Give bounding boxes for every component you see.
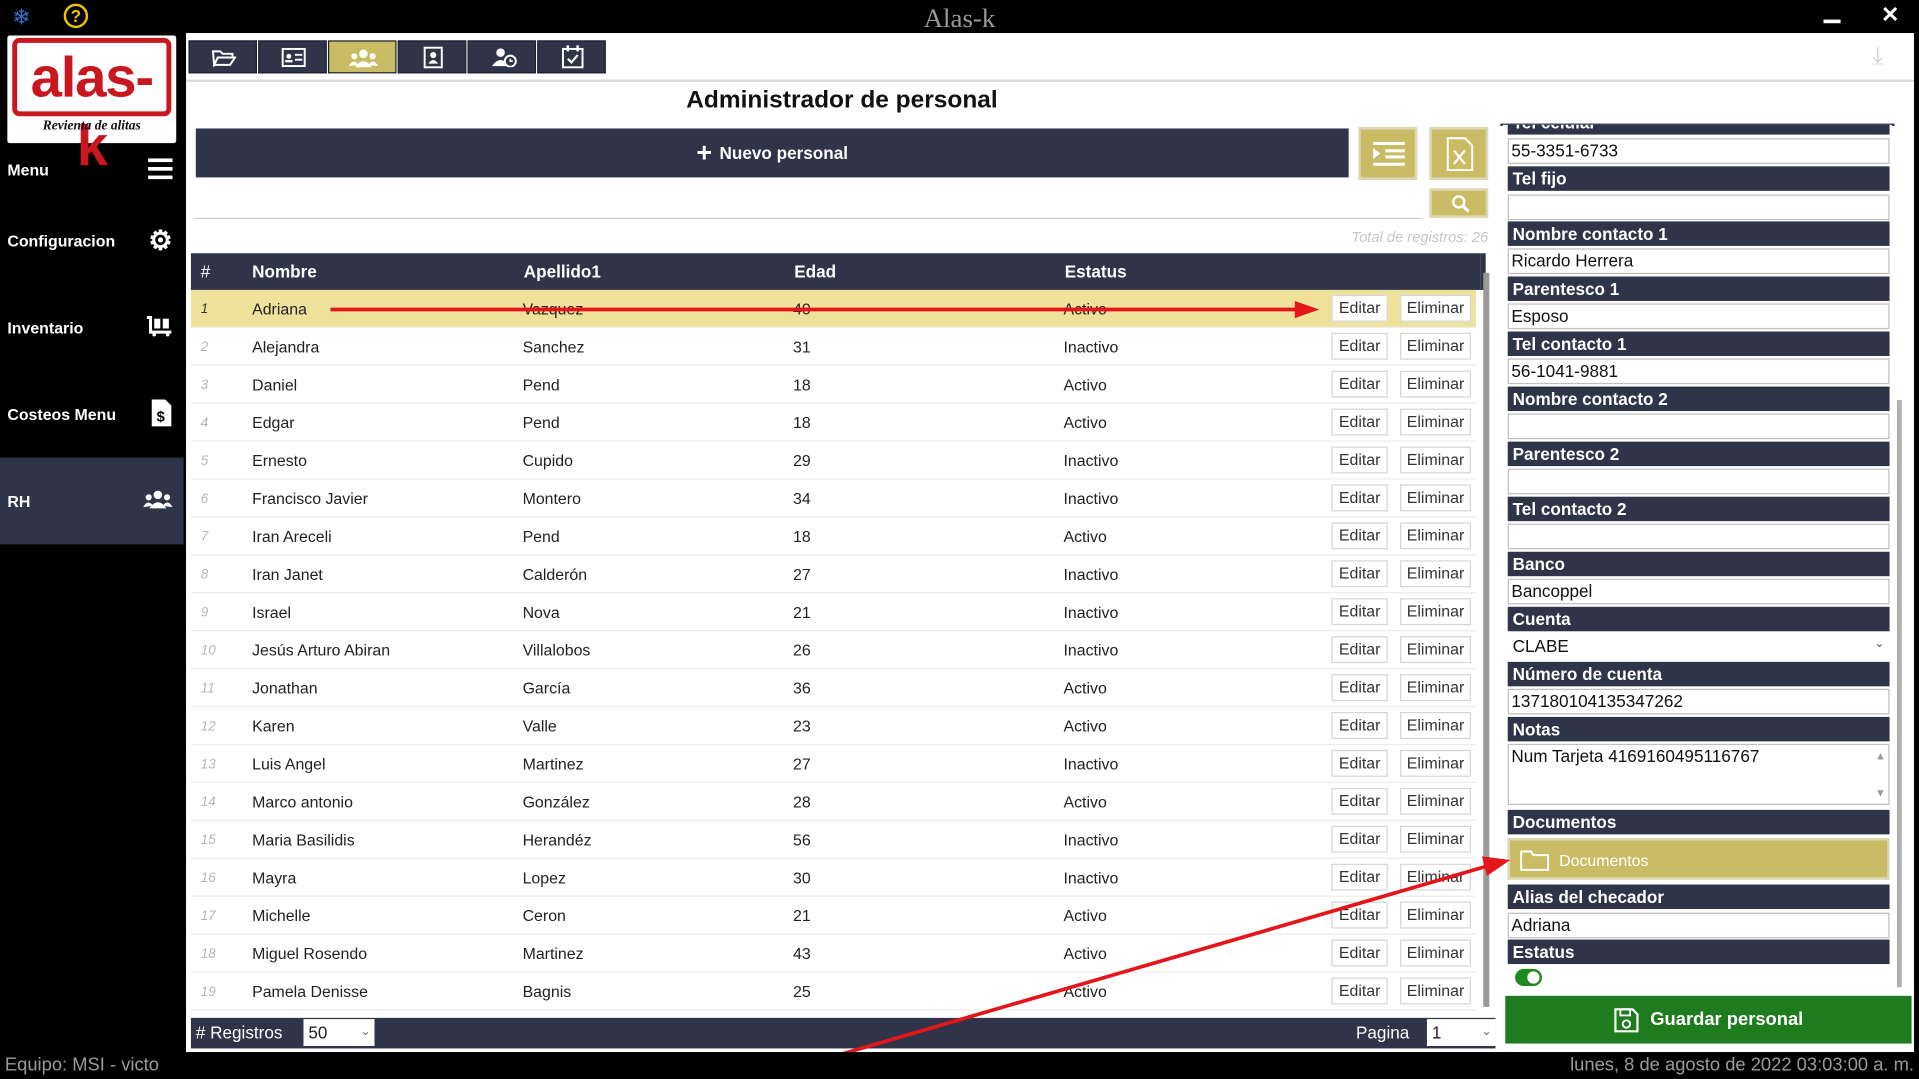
annotation-arrow-documentos	[797, 864, 1488, 1069]
annotation-arrowhead-documentos	[1482, 856, 1511, 876]
equipo-text: Equipo: MSI - victo	[4, 1054, 159, 1076]
annotation-arrows	[330, 300, 1511, 1069]
annotation-arrowhead-row	[1294, 300, 1320, 319]
datetime-text: lunes, 8 de agosto de 2022 03:03:00 a. m…	[1570, 1054, 1915, 1076]
status-bar: Equipo: MSI - victo lunes, 8 de agosto d…	[0, 1052, 1919, 1079]
